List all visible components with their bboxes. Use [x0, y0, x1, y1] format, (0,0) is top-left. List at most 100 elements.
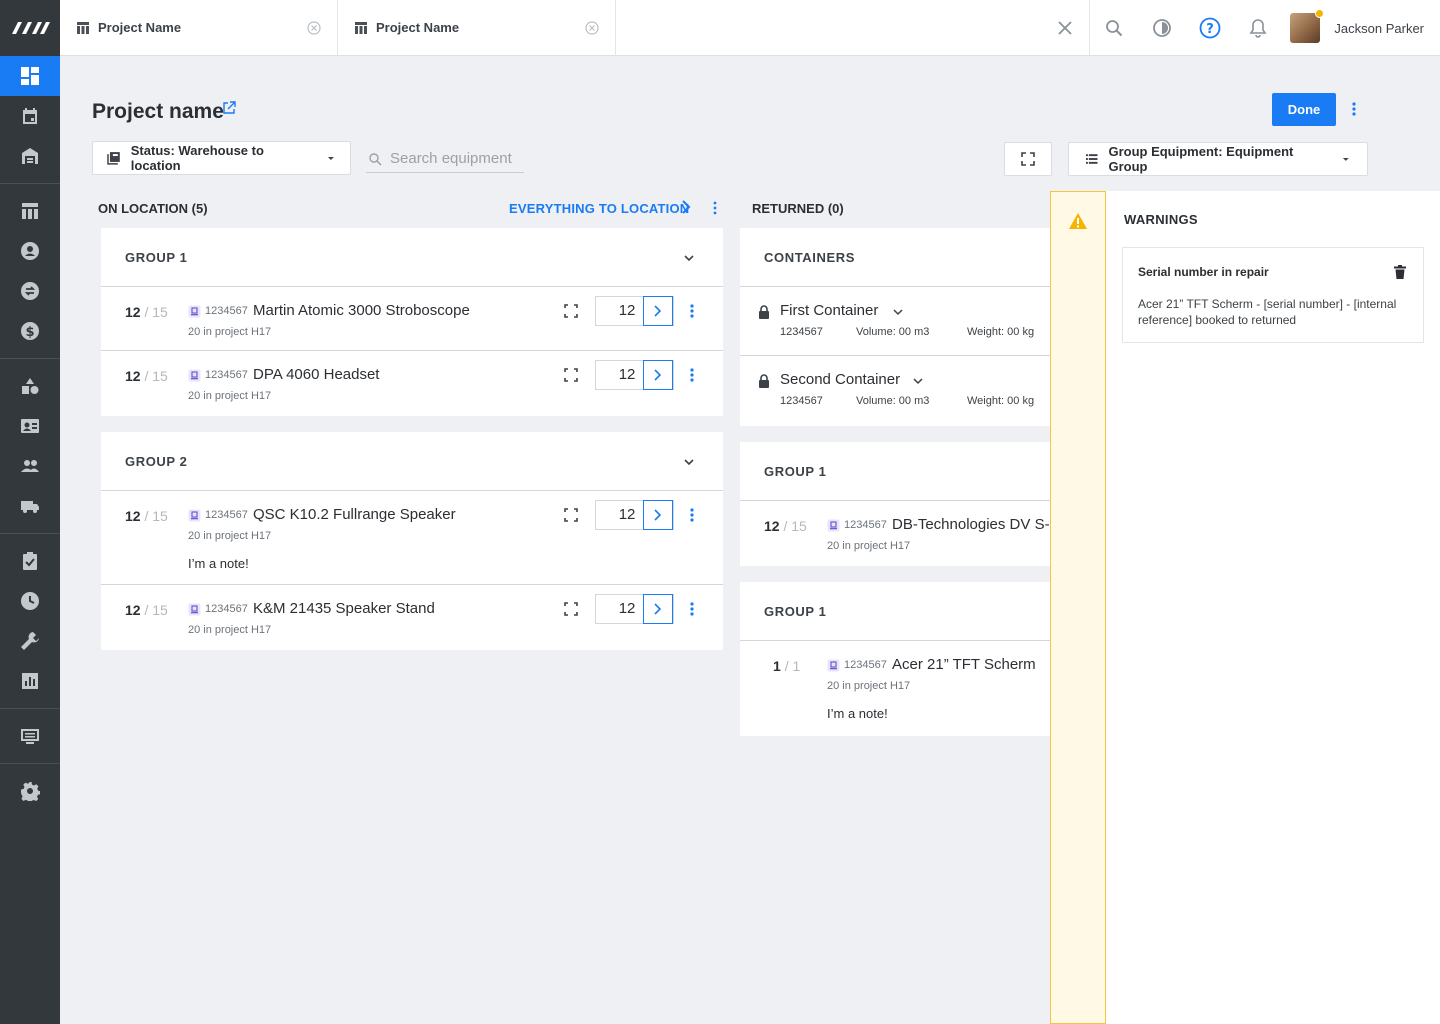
move-right-button[interactable] — [643, 500, 673, 530]
quantity-input[interactable]: 12 — [596, 361, 643, 389]
more-vertical-icon[interactable] — [1346, 100, 1362, 120]
item-name[interactable]: DB-Technologies DV S-3 — [892, 516, 1050, 533]
item-note: I’m a note! — [188, 556, 249, 571]
close-circle-icon[interactable] — [307, 20, 321, 35]
group-header[interactable]: GROUP 1 — [101, 228, 723, 287]
move-right-button[interactable] — [643, 296, 673, 326]
trash-icon[interactable] — [1394, 265, 1406, 279]
sidebar-item-finance[interactable]: $ — [0, 311, 60, 351]
group-header[interactable]: GROUP 1 — [740, 582, 1050, 641]
quantity-input[interactable]: 12 — [596, 297, 643, 325]
move-right-button[interactable] — [643, 594, 673, 624]
theme-toggle-button[interactable] — [1138, 0, 1186, 56]
fullscreen-button[interactable] — [1004, 142, 1052, 176]
status-filter-dropdown[interactable]: Status: Warehouse to location — [92, 141, 351, 175]
chevron-down-icon[interactable] — [913, 377, 923, 385]
help-icon: ? — [1200, 17, 1221, 39]
item-name[interactable]: Martin Atomic 3000 Stroboscope — [253, 302, 470, 319]
chevron-down-icon[interactable] — [893, 308, 903, 316]
chevron-right-icon — [654, 369, 662, 381]
more-vertical-icon[interactable] — [687, 601, 697, 617]
notifications-button[interactable] — [1234, 0, 1282, 56]
sidebar-item-settings[interactable] — [0, 771, 60, 811]
sidebar-item-transport[interactable] — [0, 486, 60, 526]
user-name[interactable]: Jackson Parker — [1334, 21, 1424, 36]
sidebar-item-maintenance[interactable] — [0, 621, 60, 661]
scan-icon[interactable] — [564, 602, 578, 616]
warnings-toggle[interactable] — [1050, 191, 1106, 1024]
group-header[interactable]: GROUP 1 — [740, 442, 1050, 501]
quantity-stepper[interactable]: 12 — [595, 500, 674, 530]
app-logo[interactable] — [0, 0, 60, 56]
external-link-icon[interactable] — [222, 101, 236, 115]
group-by-dropdown[interactable]: Group Equipment: Equipment Group — [1068, 142, 1368, 176]
quantity-input[interactable]: 12 — [596, 501, 643, 529]
sidebar-item-reports[interactable] — [0, 661, 60, 701]
more-vertical-icon[interactable] — [708, 200, 722, 216]
item-note: I’m a note! — [827, 706, 888, 721]
item-code: 1234567 — [844, 519, 887, 531]
quantity-stepper[interactable]: 12 — [595, 296, 674, 326]
equipment-group-card: GROUP 1 1 / 1 1234567 Acer 21” TFT Scher… — [740, 582, 1050, 736]
sidebar-item-calendar[interactable] — [0, 96, 60, 136]
item-name[interactable]: K&M 21435 Speaker Stand — [253, 600, 435, 617]
chevron-right-icon[interactable] — [680, 200, 692, 214]
scan-icon[interactable] — [564, 368, 578, 382]
avatar[interactable] — [1290, 9, 1325, 43]
item-meta: 20 in project H17 — [827, 540, 911, 552]
chevron-down-icon[interactable] — [683, 252, 695, 264]
quantity-stepper[interactable]: 12 — [595, 594, 674, 624]
item-name[interactable]: QSC K10.2 Fullrange Speaker — [253, 506, 456, 523]
scan-icon[interactable] — [564, 508, 578, 522]
more-vertical-icon[interactable] — [687, 367, 697, 383]
quantity-total: / 1 — [784, 658, 801, 674]
quantity-input[interactable]: 12 — [596, 595, 643, 623]
equipment-group-card: GROUP 1 12 / 15 1234567 Martin Atomic 30… — [101, 228, 723, 416]
help-button[interactable]: ? — [1186, 0, 1234, 56]
sidebar-divider — [0, 763, 60, 764]
search-button[interactable] — [1090, 0, 1138, 56]
sidebar-item-time[interactable] — [0, 581, 60, 621]
more-vertical-icon[interactable] — [687, 303, 697, 319]
more-vertical-icon[interactable] — [687, 507, 697, 523]
item-name[interactable]: Acer 21” TFT Scherm — [892, 656, 1036, 673]
sidebar-item-table[interactable] — [0, 191, 60, 231]
project-tab[interactable]: Project Name — [60, 0, 338, 56]
item-code: 1234567 — [205, 509, 248, 521]
sidebar-item-transfer[interactable] — [0, 271, 60, 311]
quantity: 12 / 15 — [125, 602, 168, 618]
search-input[interactable] — [390, 150, 520, 167]
container-row[interactable]: Second Container 1234567 Volume: 00 m3 W… — [740, 356, 1050, 425]
sidebar-item-inventory[interactable] — [0, 366, 60, 406]
sidebar-item-warehouse[interactable] — [0, 136, 60, 176]
barcode-tag-icon — [188, 369, 201, 382]
sidebar-item-crew[interactable] — [0, 406, 60, 446]
project-tab[interactable]: Project Name — [338, 0, 616, 56]
sidebar-item-messages[interactable] — [0, 716, 60, 756]
sidebar-item-contacts[interactable] — [0, 231, 60, 271]
sidebar-item-tasks[interactable] — [0, 541, 60, 581]
warning-icon — [1069, 213, 1087, 229]
equipment-row: 12 / 15 1234567 Martin Atomic 3000 Strob… — [101, 287, 723, 351]
close-all-button[interactable] — [1041, 0, 1089, 56]
everything-to-location-link[interactable]: EVERYTHING TO LOCATION — [509, 201, 689, 216]
container-weight: Weight: 00 kg — [967, 395, 1035, 407]
done-button[interactable]: Done — [1272, 93, 1336, 126]
item-name[interactable]: DPA 4060 Headset — [253, 366, 379, 383]
quantity-total: / 15 — [144, 304, 168, 320]
sidebar-item-dashboard[interactable] — [0, 56, 60, 96]
quantity-stepper[interactable]: 12 — [595, 360, 674, 390]
warehouse-icon — [22, 148, 38, 164]
group-header[interactable]: GROUP 2 — [101, 432, 723, 491]
warning-text: Acer 21” TFT Scherm - [serial number] - … — [1138, 297, 1397, 327]
barcode-tag-icon — [188, 509, 201, 522]
chevron-right-icon — [654, 305, 662, 317]
scan-icon[interactable] — [564, 304, 578, 318]
close-circle-icon[interactable] — [585, 20, 599, 35]
sidebar-item-people[interactable] — [0, 446, 60, 486]
chevron-down-icon[interactable] — [683, 456, 695, 468]
move-right-button[interactable] — [643, 360, 673, 390]
container-row[interactable]: First Container 1234567 Volume: 00 m3 We… — [740, 287, 1050, 356]
equipment-group-card: GROUP 2 12 / 15 1234567 QSC K10.2 Fullra… — [101, 432, 723, 650]
caret-down-icon — [328, 157, 335, 160]
